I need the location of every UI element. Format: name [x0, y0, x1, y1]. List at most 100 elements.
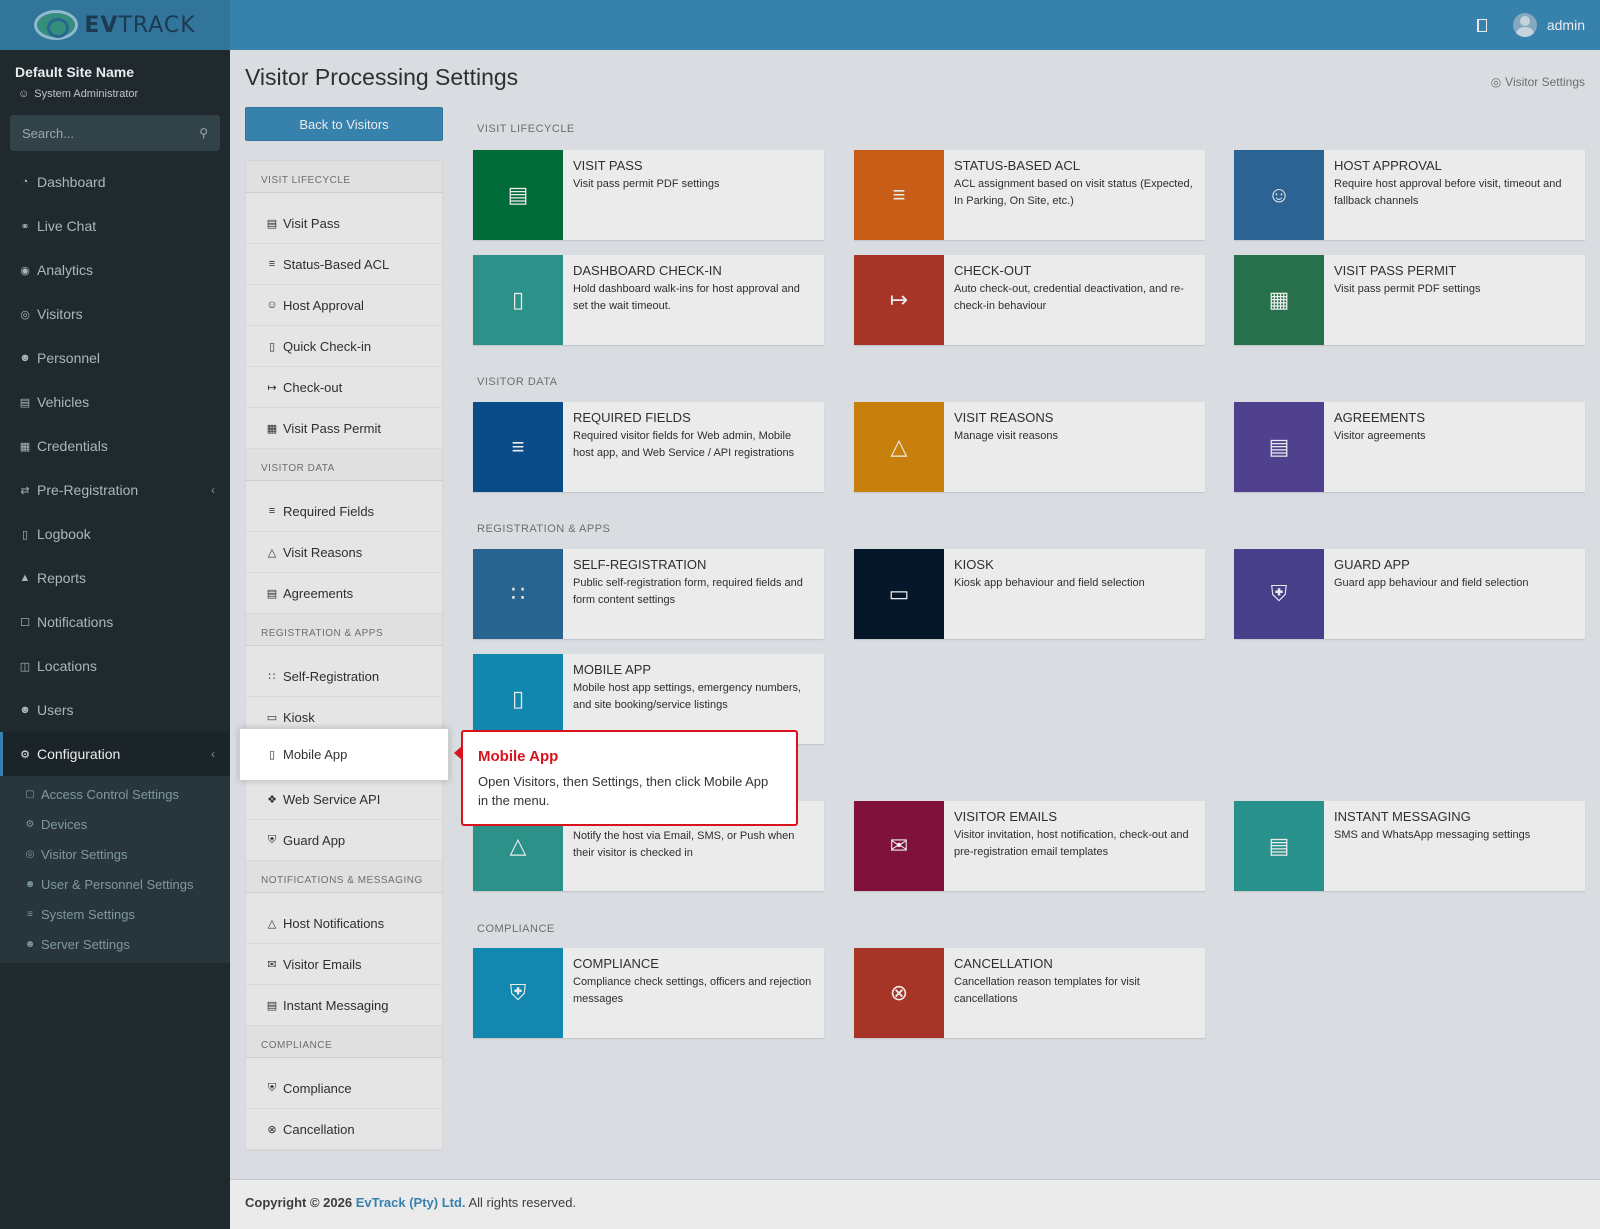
card-desc: Mobile host app settings, emergency numb… — [573, 682, 802, 711]
card-title: GUARD APP — [1334, 557, 1410, 572]
card-instant-messaging[interactable]: ▤ INSTANT MESSAGING SMS and WhatsApp mess… — [1234, 801, 1585, 891]
sidebar-item-personnel[interactable]: ☻ Personnel — [0, 336, 230, 380]
sidebar-item-visitors[interactable]: ◎ Visitors — [0, 292, 230, 336]
card-desc: Require host approval before visit, time… — [1334, 178, 1562, 207]
menu-item-status-acl[interactable]: ≡ Status-Based ACL — [246, 244, 442, 285]
card-kiosk[interactable]: ▭ KIOSK Kiosk app behaviour and field sel… — [854, 549, 1205, 639]
menu-item-host-approval[interactable]: ☺ Host Approval — [246, 285, 442, 326]
sidebar-item-credentials[interactable]: ▦ Credentials — [0, 424, 230, 468]
card-title: SELF-REGISTRATION — [573, 557, 707, 572]
card-desc: Kiosk app behaviour and field selection — [954, 577, 1145, 589]
message-icon: ▤ — [1234, 801, 1324, 891]
menu-item-host-notifications[interactable]: △ Host Notifications — [246, 903, 442, 944]
chevron-left-icon: ‹ — [211, 747, 215, 761]
menu-item-required-fields[interactable]: ≡ Required Fields — [246, 491, 442, 532]
card-self-registration[interactable]: ∷ SELF-REGISTRATION Public self-registrat… — [473, 549, 824, 639]
breadcrumb[interactable]: ◎ Visitor Settings — [1491, 75, 1585, 89]
sidebar-item-logbook[interactable]: ▯ Logbook — [0, 512, 230, 556]
grid-pen-icon: ∷ — [268, 670, 276, 683]
card-visit-pass[interactable]: ▤ VISIT PASS Visit pass permit PDF settin… — [473, 150, 824, 240]
menu-item-visit-pass[interactable]: ▤ Visit Pass — [246, 203, 442, 244]
logo-text: EVTRACK — [84, 12, 196, 38]
sidebar-item-reports[interactable]: ▲ Reports — [0, 556, 230, 600]
menu-item-cancellation[interactable]: ⊗ Cancellation — [246, 1109, 442, 1150]
lock-icon: ▢ — [25, 788, 35, 800]
guide-tooltip: Mobile App Open Visitors, then Settings,… — [454, 730, 798, 826]
card-status-acl[interactable]: ≡ STATUS-BASED ACL ACL assignment based o… — [854, 150, 1205, 240]
search-input[interactable] — [22, 125, 200, 141]
card-visit-pass-permit[interactable]: ▦ VISIT PASS PERMIT Visit pass permit PDF… — [1234, 255, 1585, 345]
company-link[interactable]: EvTrack (Pty) Ltd. — [356, 1195, 466, 1210]
shield-search-icon: ⛨ — [473, 948, 563, 1038]
card-compliance[interactable]: ⛨ COMPLIANCE Compliance check settings, o… — [473, 948, 824, 1038]
menu-item-self-registration[interactable]: ∷ Self-Registration — [246, 656, 442, 697]
sliders-icon: ≡ — [27, 908, 33, 920]
user-menu[interactable]: admin — [1512, 13, 1585, 37]
card-guard-app[interactable]: ⛨ GUARD APP Guard app behaviour and field… — [1234, 549, 1585, 639]
exchange-icon: ⇄ — [20, 484, 30, 497]
sidebar-item-live-chat[interactable]: ⚭ Live Chat — [0, 204, 230, 248]
submenu-item-system-settings[interactable]: ≡ System Settings — [0, 899, 230, 929]
card-required-fields[interactable]: ≡ REQUIRED FIELDS Required visitor fields… — [473, 402, 824, 492]
card-visit-reasons[interactable]: △ VISIT REASONS Manage visit reasons — [854, 402, 1205, 492]
menu-item-web-service-api[interactable]: ❖ Web Service API — [246, 779, 442, 820]
card-title: HOST APPROVAL — [1334, 158, 1442, 173]
submenu-item-visitor-settings[interactable]: ◎ Visitor Settings — [0, 839, 230, 869]
menu-item-visit-pass-permit[interactable]: ▦ Visit Pass Permit — [246, 408, 442, 449]
shield-icon: ⛨ — [267, 833, 277, 846]
sidebar-item-users[interactable]: ☻ Users — [0, 688, 230, 732]
submenu-item-server-settings[interactable]: ☻ Server Settings — [0, 929, 230, 959]
submenu-item-user-personnel[interactable]: ☻ User & Personnel Settings — [0, 869, 230, 899]
card-host-approval[interactable]: ☺ HOST APPROVAL Require host approval bef… — [1234, 150, 1585, 240]
id-badge-icon: ▦ — [1234, 255, 1324, 345]
submenu-item-access-control[interactable]: ▢ Access Control Settings — [0, 779, 230, 809]
target-icon: ◉ — [20, 264, 30, 277]
list-check-icon: ≡ — [268, 505, 276, 517]
card-desc: Notify the host via Email, SMS, or Push … — [573, 830, 795, 859]
card-agreements[interactable]: ▤ AGREEMENTS Visitor agreements — [1234, 402, 1585, 492]
section-heading-registration-apps: REGISTRATION & APPS — [477, 523, 611, 535]
menu-item-checkout[interactable]: ↦ Check-out — [246, 367, 442, 408]
card-dashboard-checkin[interactable]: ▯ DASHBOARD CHECK-IN Hold dashboard walk-… — [473, 255, 824, 345]
menu-item-guard-app[interactable]: ⛨ Guard App — [246, 820, 442, 861]
logo[interactable]: EVTRACK — [0, 0, 230, 50]
server-icon: ☻ — [24, 938, 36, 950]
sidebar-item-configuration[interactable]: ⚙ Configuration ‹ — [0, 732, 230, 776]
network-icon: ❖ — [267, 793, 277, 806]
card-cancellation[interactable]: ⊗ CANCELLATION Cancellation reason templa… — [854, 948, 1205, 1038]
search-icon[interactable]: ⚲ — [199, 126, 208, 140]
card-visitor-emails[interactable]: ✉ VISITOR EMAILS Visitor invitation, host… — [854, 801, 1205, 891]
menu-item-mobile-app[interactable]: ▯ Mobile App — [239, 728, 449, 781]
section-heading-visitor-data: VISITOR DATA — [477, 376, 558, 388]
card-title: VISIT PASS PERMIT — [1334, 263, 1457, 278]
menu-item-compliance[interactable]: ⛨ Compliance — [246, 1068, 442, 1109]
sidebar-item-pre-registration[interactable]: ⇄ Pre-Registration ‹ — [0, 468, 230, 512]
rights-text: All rights reserved. — [468, 1195, 577, 1210]
devices-icon: ⚙ — [25, 818, 35, 830]
sidebar: Default Site Name ☺ System Administrator… — [0, 50, 230, 1229]
back-to-visitors-button[interactable]: Back to Visitors — [245, 107, 443, 141]
sidebar-item-notifications[interactable]: ☐ Notifications — [0, 600, 230, 644]
user-role: ☺ System Administrator — [18, 88, 139, 100]
card-desc: Cancellation reason templates for visit … — [954, 976, 1140, 1005]
shield-search-icon: ⛨ — [267, 1081, 277, 1094]
user-tie-icon: ☻ — [19, 352, 31, 364]
menu-item-instant-messaging[interactable]: ▤ Instant Messaging — [246, 985, 442, 1026]
sidebar-item-locations[interactable]: ◫ Locations — [0, 644, 230, 688]
menu-item-quick-checkin[interactable]: ▯ Quick Check-in — [246, 326, 442, 367]
sidebar-item-analytics[interactable]: ◉ Analytics — [0, 248, 230, 292]
menu-section-heading: VISIT LIFECYCLE — [246, 161, 442, 193]
menu-item-visit-reasons[interactable]: △ Visit Reasons — [246, 532, 442, 573]
headset-icon: ⚭ — [20, 220, 30, 233]
menu-item-visitor-emails[interactable]: ✉ Visitor Emails — [246, 944, 442, 985]
card-checkout[interactable]: ↦ CHECK-OUT Auto check-out, credential de… — [854, 255, 1205, 345]
submenu-item-devices[interactable]: ⚙ Devices — [0, 809, 230, 839]
menu-item-agreements[interactable]: ▤ Agreements — [246, 573, 442, 614]
tooltip-title: Mobile App — [478, 748, 559, 765]
sidebar-item-dashboard[interactable]: ◔ Dashboard — [0, 160, 230, 204]
shield-icon: ⛨ — [1234, 549, 1324, 639]
door-icon[interactable] — [1476, 18, 1487, 32]
card-desc: Visit pass permit PDF settings — [573, 178, 720, 190]
sidebar-item-vehicles[interactable]: ▤ Vehicles — [0, 380, 230, 424]
card-desc: Public self-registration form, required … — [573, 577, 803, 606]
